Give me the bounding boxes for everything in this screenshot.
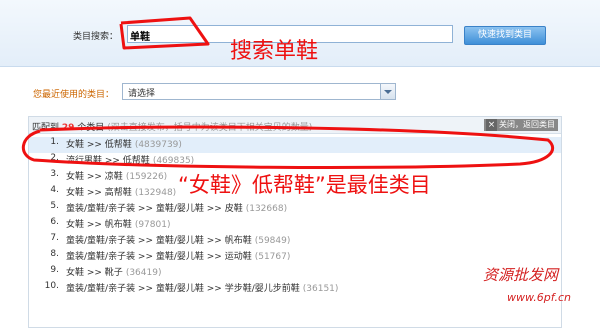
close-icon[interactable]: × (486, 119, 497, 131)
row-index: 5. (50, 201, 59, 211)
category-result-row[interactable]: 6. 女鞋 >> 帆布鞋 (97801) (29, 217, 561, 233)
category-result-row[interactable]: 7. 童装/童鞋/亲子装 >> 童鞋/婴儿鞋 >> 帆布鞋 (59849) (29, 233, 561, 249)
results-hint: (双击直接发布，括号中为该类目下相关宝贝的数量) (107, 123, 313, 133)
row-category-path: 女鞋 >> 低帮鞋 (4839739) (66, 137, 182, 150)
category-result-row[interactable]: 5. 童装/童鞋/亲子装 >> 童鞋/婴儿鞋 >> 皮鞋 (132668) (29, 201, 561, 217)
row-item-count: (59849) (254, 236, 291, 246)
row-category-path: 女鞋 >> 凉鞋 (159226) (66, 169, 167, 182)
search-annotation-text: 搜索单鞋 (230, 39, 319, 64)
row-index: 9. (50, 265, 59, 275)
row-index: 6. (50, 217, 59, 227)
row-category-name: 女鞋 >> 低帮鞋 (66, 140, 132, 150)
recent-categories-select[interactable]: 请选择 (122, 83, 396, 100)
results-count-number: 29 (61, 123, 75, 133)
row-category-path: 女鞋 >> 高帮鞋 (132948) (66, 185, 176, 198)
results-count: 匹配到 29 个类目 (双击直接发布，括号中为该类目下相关宝贝的数量) (32, 120, 312, 133)
row-item-count: (51767) (254, 252, 291, 262)
row-item-count: (4839739) (134, 140, 182, 150)
category-result-row[interactable]: 10. 童装/童鞋/亲子装 >> 童鞋/婴儿鞋 >> 学步鞋/婴儿步前鞋 (3615… (29, 281, 561, 297)
row-index: 8. (50, 249, 59, 259)
row-item-count: (36419) (125, 268, 162, 278)
row-category-name: 童装/童鞋/亲子装 >> 童鞋/婴儿鞋 >> 皮鞋 (66, 204, 243, 214)
close-button-label: 关闭，返回类目 (499, 120, 555, 129)
results-header: 匹配到 29 个类目 (双击直接发布，括号中为该类目下相关宝贝的数量) × 关闭… (29, 117, 561, 134)
best-category-annotation-text: “女鞋》低帮鞋”是最佳类目 (178, 173, 431, 197)
row-category-path: 童装/童鞋/亲子装 >> 童鞋/婴儿鞋 >> 帆布鞋 (59849) (66, 233, 290, 246)
row-category-name: 女鞋 >> 高帮鞋 (66, 188, 132, 198)
recent-categories-label: 您最近使用的类目： (33, 90, 115, 100)
row-category-path: 童装/童鞋/亲子装 >> 童鞋/婴儿鞋 >> 皮鞋 (132668) (66, 201, 287, 214)
search-label: 类目搜索： (73, 32, 119, 42)
row-item-count: (469835) (152, 156, 195, 166)
row-category-name: 女鞋 >> 凉鞋 (66, 172, 123, 182)
row-index: 10. (44, 281, 59, 291)
row-index: 4. (50, 185, 59, 195)
recent-select-value: 请选择 (128, 89, 156, 99)
category-result-row[interactable]: 9. 女鞋 >> 靴子 (36419) (29, 265, 561, 281)
row-item-count: (159226) (125, 172, 168, 182)
row-category-name: 女鞋 >> 帆布鞋 (66, 220, 132, 230)
row-category-name: 流行男鞋 >> 低帮鞋 (66, 156, 150, 166)
results-count-prefix: 匹配到 (32, 123, 60, 133)
row-index: 2. (50, 153, 59, 163)
quick-find-category-button[interactable]: 快速找到类目 (464, 26, 546, 45)
category-result-row[interactable]: 1. 女鞋 >> 低帮鞋 (4839739) (29, 137, 561, 153)
row-category-name: 童装/童鞋/亲子装 >> 童鞋/婴儿鞋 >> 运动鞋 (66, 252, 252, 262)
watermark-logo: 资源批发网 (483, 266, 559, 284)
row-index: 3. (50, 169, 59, 179)
row-category-path: 童装/童鞋/亲子装 >> 童鞋/婴儿鞋 >> 运动鞋 (51767) (66, 249, 290, 262)
row-item-count: (36151) (302, 284, 339, 294)
row-category-name: 童装/童鞋/亲子装 >> 童鞋/婴儿鞋 >> 帆布鞋 (66, 236, 252, 246)
row-index: 7. (50, 233, 59, 243)
row-category-name: 童装/童鞋/亲子装 >> 童鞋/婴儿鞋 >> 学步鞋/婴儿步前鞋 (66, 284, 300, 294)
category-result-row[interactable]: 2. 流行男鞋 >> 低帮鞋 (469835) (29, 153, 561, 169)
chevron-down-icon[interactable] (380, 84, 395, 99)
close-return-button[interactable]: × 关闭，返回类目 (484, 119, 558, 131)
row-category-path: 童装/童鞋/亲子装 >> 童鞋/婴儿鞋 >> 学步鞋/婴儿步前鞋 (36151) (66, 281, 338, 294)
category-results-list: 1. 女鞋 >> 低帮鞋 (4839739) 2. 流行男鞋 >> 低帮鞋 (46983… (29, 137, 561, 297)
row-category-name: 女鞋 >> 靴子 (66, 268, 123, 278)
watermark-url: www.6pf.cn (507, 291, 571, 304)
row-category-path: 女鞋 >> 靴子 (36419) (66, 265, 161, 278)
row-category-path: 流行男鞋 >> 低帮鞋 (469835) (66, 153, 194, 166)
row-item-count: (132948) (134, 188, 177, 198)
category-result-row[interactable]: 8. 童装/童鞋/亲子装 >> 童鞋/婴儿鞋 >> 运动鞋 (51767) (29, 249, 561, 265)
results-count-suffix: 个类目 (77, 123, 105, 133)
row-category-path: 女鞋 >> 帆布鞋 (97801) (66, 217, 170, 230)
row-item-count: (97801) (134, 220, 171, 230)
category-results-panel: 匹配到 29 个类目 (双击直接发布，括号中为该类目下相关宝贝的数量) × 关闭… (28, 116, 562, 328)
row-item-count: (132668) (245, 204, 288, 214)
row-index: 1. (50, 137, 59, 147)
